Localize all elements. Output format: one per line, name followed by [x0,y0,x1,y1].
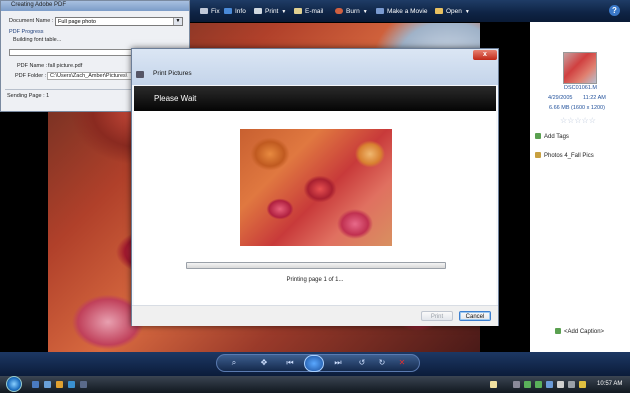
info-button[interactable]: Info [224,8,246,15]
photo-thumbnail [563,52,597,84]
pdf-window-title: Creating Adobe PDF [11,2,67,8]
show-desktop-icon[interactable] [32,381,39,388]
pdf-name-label: PDF Name : [17,63,48,69]
sending-page-status: Sending Page : 1 [7,93,50,99]
cancel-button[interactable]: Cancel [459,311,491,321]
previous-button[interactable]: ⏮ [282,357,298,369]
tray-icon [535,381,542,388]
time-taken: 11:22 AM [583,95,606,101]
fix-icon [200,8,208,14]
tray-icon [524,381,531,388]
pdf-status-text: Building font table... [13,37,62,43]
pdf-titlebar: Creating Adobe PDF [1,1,189,11]
wait-banner: Please Wait [134,86,496,111]
disc-icon [335,8,343,14]
file-details: 6.66 MB (1600 x 1200) [549,105,605,111]
switch-windows-icon[interactable] [44,381,51,388]
quicklaunch-icon[interactable] [80,381,87,388]
document-name-select[interactable]: Full page photo ▼ [55,17,183,26]
document-name-label: Document Name : [9,18,54,24]
open-menu-button[interactable]: Open ▼ [435,8,470,15]
print-progress-bar [186,262,446,269]
print-dialog-titlebar [132,49,498,85]
chevron-down-icon: ▼ [362,9,368,15]
fit-window-icon[interactable]: ✥ [256,357,272,369]
clock: 10:57 AM [597,381,623,387]
chevron-down-icon: ▼ [464,9,470,15]
pdf-name-value: fall picture.pdf [48,63,83,69]
email-icon [294,8,302,14]
chevron-down-icon: ▼ [281,9,287,15]
notes-icon [490,381,497,388]
printer-icon [136,71,144,78]
explorer-icon[interactable] [56,381,63,388]
print-pictures-dialog: Print Pictures x Please Wait Printing pa… [131,48,499,326]
date-taken: 4/29/2005 [548,95,573,101]
delete-button[interactable]: ✕ [394,357,410,369]
burn-menu-button[interactable]: Burn ▼ [335,8,368,15]
rotate-clockwise-button[interactable]: ↻ [374,357,390,369]
fix-button[interactable]: Fix [200,8,220,15]
add-tags-link[interactable]: Add Tags [535,133,569,140]
help-icon[interactable]: ? [609,5,620,16]
gallery-toolbar: Fix Info Print ▼ E-mail Burn ▼ Make a Movi… [180,0,630,23]
add-caption-link[interactable]: <Add Caption> [555,328,604,335]
print-dialog-title: Print Pictures [153,70,192,77]
wait-heading: Please Wait [154,94,197,103]
tray-icon [513,381,520,388]
network-icon [557,381,564,388]
caption-icon [555,328,561,334]
browser-icon[interactable] [68,381,75,388]
tag-icon [535,152,541,158]
pdf-folder-value: C:\Users\Zach_Amber\Pictures\ [50,73,128,79]
pdf-progress-label: PDF Progress [9,29,44,35]
make-movie-button[interactable]: Make a Movie [376,8,427,15]
print-menu-button[interactable]: Print ▼ [254,8,286,15]
printing-status-text: Printing page 1 of 1... [286,277,344,283]
movie-icon [376,8,384,14]
email-button[interactable]: E-mail [294,8,323,15]
start-button[interactable] [6,376,22,392]
tray-icon [546,381,553,388]
info-icon [224,8,232,14]
zoom-icon[interactable]: ⌕ [226,357,242,369]
pdf-folder-label: PDF Folder : [15,73,47,79]
close-button[interactable]: x [473,50,497,60]
tag-icon [535,133,541,139]
print-dialog-footer: Print Cancel [132,305,498,326]
printer-icon [254,8,262,14]
folder-icon [435,8,443,14]
volume-icon [568,381,575,388]
slideshow-button[interactable] [304,355,324,372]
tray-icon [579,381,586,388]
print-preview-image [240,129,392,246]
rating-stars[interactable]: ☆☆☆☆☆ [560,116,596,125]
tag-item[interactable]: Photos 4_Fall Pics [535,152,594,159]
chevron-down-icon: ▼ [173,18,182,25]
print-button[interactable]: Print [421,311,453,321]
next-button[interactable]: ⏭ [330,357,346,369]
rotate-counterclockwise-button[interactable]: ↺ [354,357,370,369]
file-name: DSC01061.M [564,85,598,91]
